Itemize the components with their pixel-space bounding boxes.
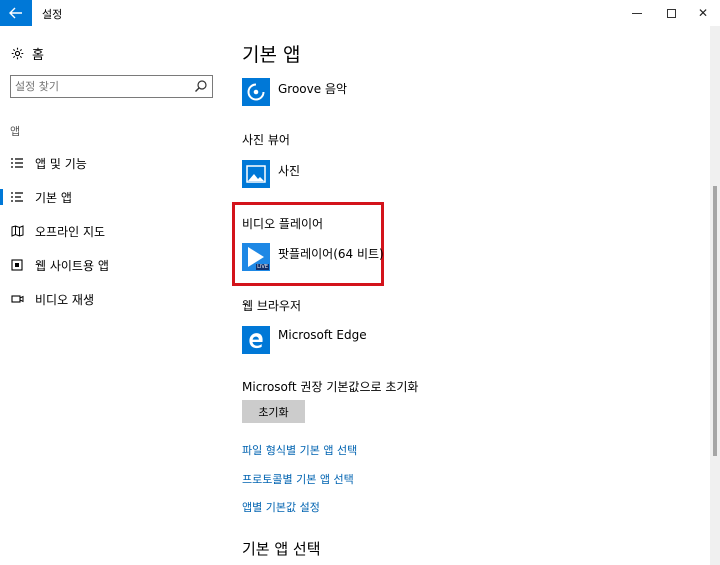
reset-button[interactable]: 초기화: [242, 400, 305, 423]
section-subtitle: 기본 앱 선택: [242, 540, 321, 558]
default-apps-icon: [10, 190, 24, 204]
search-input[interactable]: [15, 78, 190, 95]
close-icon: ✕: [697, 6, 709, 20]
sidebar: 홈 앱 앱 및 기능 기본 앱 오프라인 지도: [0, 26, 226, 565]
video-icon: [10, 292, 24, 306]
sidebar-item-offline-maps[interactable]: 오프라인 지도: [0, 214, 226, 248]
music-default-app[interactable]: Groove 음악: [242, 78, 347, 106]
arrow-left-icon: [9, 7, 22, 19]
app-name: Groove 음악: [278, 82, 348, 96]
back-button[interactable]: [0, 0, 32, 26]
sidebar-item-video-playback[interactable]: 비디오 재생: [0, 282, 226, 316]
sidebar-item-label: 비디오 재생: [35, 292, 95, 307]
gear-icon: [10, 47, 24, 61]
sidebar-item-label: 앱 및 기능: [35, 156, 87, 171]
sidebar-item-label: 웹 사이트용 앱: [35, 258, 109, 273]
sidebar-item-label: 기본 앱: [35, 190, 72, 205]
photo-default-app[interactable]: 사진: [242, 160, 300, 188]
reset-label: Microsoft 권장 기본값으로 초기화: [242, 380, 419, 394]
minimize-button[interactable]: [620, 0, 654, 26]
close-button[interactable]: ✕: [686, 0, 720, 26]
search-icon[interactable]: [194, 79, 208, 93]
sidebar-item-label: 오프라인 지도: [35, 224, 106, 239]
scrollbar[interactable]: [710, 26, 720, 565]
app-name: 팟플레이어(64 비트): [278, 247, 384, 261]
photos-icon: [242, 160, 270, 188]
choose-by-protocol-link[interactable]: 프로토콜별 기본 앱 선택: [242, 471, 354, 487]
browser-default-app[interactable]: Microsoft Edge: [242, 326, 367, 354]
app-name: 사진: [278, 164, 301, 178]
page-title: 기본 앱: [242, 44, 301, 66]
sidebar-item-default-apps[interactable]: 기본 앱: [0, 180, 226, 214]
section-label: 앱: [10, 125, 21, 138]
maximize-button[interactable]: [654, 0, 688, 26]
groove-music-icon: [242, 78, 270, 106]
web-browser-label: 웹 브라우저: [242, 299, 302, 313]
window-title: 설정: [42, 8, 63, 21]
title-bar: 설정 ✕: [0, 0, 720, 26]
web-app-icon: [10, 258, 24, 272]
sidebar-item-apps-for-websites[interactable]: 웹 사이트용 앱: [0, 248, 226, 282]
photo-viewer-label: 사진 뷰어: [242, 133, 290, 147]
choose-by-file-type-link[interactable]: 파일 형식별 기본 앱 선택: [242, 442, 357, 458]
video-default-app[interactable]: LIVE 팟플레이어(64 비트): [242, 243, 384, 271]
home-link[interactable]: 홈: [10, 44, 44, 63]
maximize-icon: [666, 8, 676, 18]
potplayer-icon: LIVE: [242, 243, 270, 271]
search-box[interactable]: [10, 75, 213, 98]
list-icon: [10, 156, 24, 170]
video-player-label: 비디오 플레이어: [242, 217, 324, 231]
map-icon: [10, 224, 24, 238]
sidebar-item-apps-features[interactable]: 앱 및 기능: [0, 146, 226, 180]
app-name: Microsoft Edge: [278, 328, 367, 342]
home-label: 홈: [32, 48, 44, 63]
scroll-thumb[interactable]: [713, 186, 717, 456]
main-content: 기본 앱 Groove 음악 사진 뷰어 사진 비디오 플레이어 LIVE 팟플…: [226, 26, 706, 565]
sidebar-nav: 앱 및 기능 기본 앱 오프라인 지도 웹 사이트용 앱 비디오 재생: [0, 146, 226, 316]
edge-icon: [242, 326, 270, 354]
minimize-icon: [632, 12, 642, 14]
live-badge: LIVE: [256, 264, 269, 270]
set-defaults-by-app-link[interactable]: 앱별 기본값 설정: [242, 499, 320, 515]
